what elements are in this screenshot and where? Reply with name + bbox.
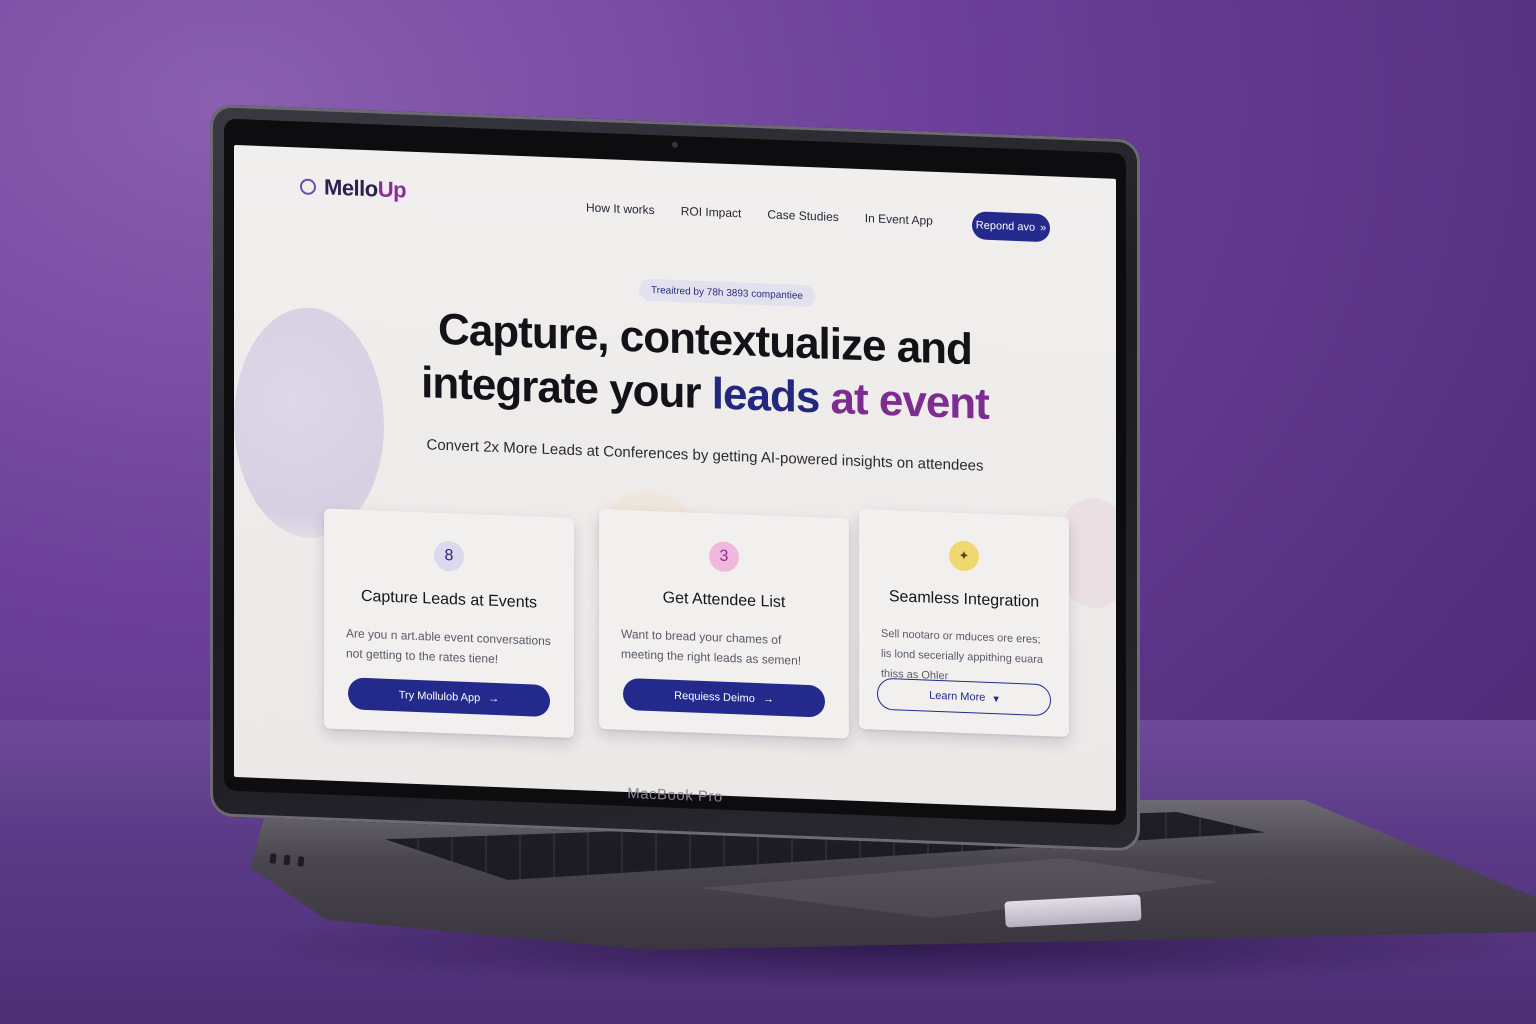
learn-more-button[interactable]: Learn More ▾ (877, 677, 1051, 717)
nav-link-how-it-works[interactable]: How It works (586, 200, 655, 217)
nav-link-roi-impact[interactable]: ROI Impact (681, 204, 742, 220)
caret-down-icon: ▾ (993, 692, 999, 705)
brand-logo[interactable]: MelloUp (300, 173, 406, 203)
number-badge: 3 (709, 541, 739, 573)
logo-accent: Up (377, 176, 407, 203)
headline-prefix: integrate your (421, 358, 701, 418)
port (297, 856, 305, 867)
logo-ring-icon (300, 178, 316, 196)
arrow-right-icon: → (762, 693, 774, 706)
arrow-right-icon: → (488, 692, 500, 706)
nav-links: How It works ROI Impact Case Studies In … (586, 200, 933, 227)
button-label: Try Mollulob App (398, 689, 481, 705)
hero-headline: Capture, contextualize and integrate you… (354, 300, 1056, 435)
nav-link-in-event-app[interactable]: In Event App (865, 211, 933, 228)
feature-card-capture: 8 Capture Leads at Events Are you n art.… (324, 508, 574, 738)
top-navigation: MelloUp How It works ROI Impact Case Stu… (234, 145, 1116, 249)
trust-pill: Treaitred by 78h 3893 compantiee (639, 278, 815, 308)
logo-main: Mello (324, 174, 378, 202)
nav-cta-button[interactable]: Repond avo » (972, 211, 1050, 243)
card-body: Are you n art.able event conversations n… (346, 626, 551, 667)
double-chevron-right-icon: » (1040, 221, 1047, 235)
nav-cta-label: Repond avo (975, 219, 1036, 234)
headline-highlight-leads: leads (711, 369, 820, 423)
integration-badge-icon: ✦ (949, 540, 979, 572)
laptop-lid: MelloUp How It works ROI Impact Case Stu… (210, 104, 1140, 852)
port (269, 853, 277, 864)
request-demo-button[interactable]: Requiess Deimo → (623, 677, 825, 718)
card-title: Capture Leads at Events (360, 587, 538, 612)
card-body: Want to bread your chames of meeting the… (621, 626, 802, 668)
feature-card-attendees: 3 Get Attendee List Want to bread your c… (599, 508, 849, 739)
camera-icon (672, 141, 678, 148)
button-label: Requiess Deimo (674, 689, 755, 705)
port (283, 854, 291, 866)
headline-highlight-event: at event (830, 373, 989, 429)
try-app-button[interactable]: Try Mollulob App → (348, 677, 550, 718)
hero-subheadline: Convert 2x More Leads at Conferences by … (426, 436, 984, 475)
nav-link-case-studies[interactable]: Case Studies (767, 207, 838, 224)
website-screen: MelloUp How It works ROI Impact Case Stu… (234, 144, 1116, 811)
button-label: Learn More (929, 689, 986, 704)
screen-bezel: MelloUp How It works ROI Impact Case Stu… (224, 118, 1126, 826)
card-title: Seamless Integration (888, 588, 1040, 611)
feature-card-integration: ✦ Seamless Integration Sell nootaro or m… (859, 508, 1069, 737)
logo-text: MelloUp (324, 174, 406, 203)
number-badge: 8 (434, 540, 464, 572)
card-title: Get Attendee List (662, 589, 786, 612)
